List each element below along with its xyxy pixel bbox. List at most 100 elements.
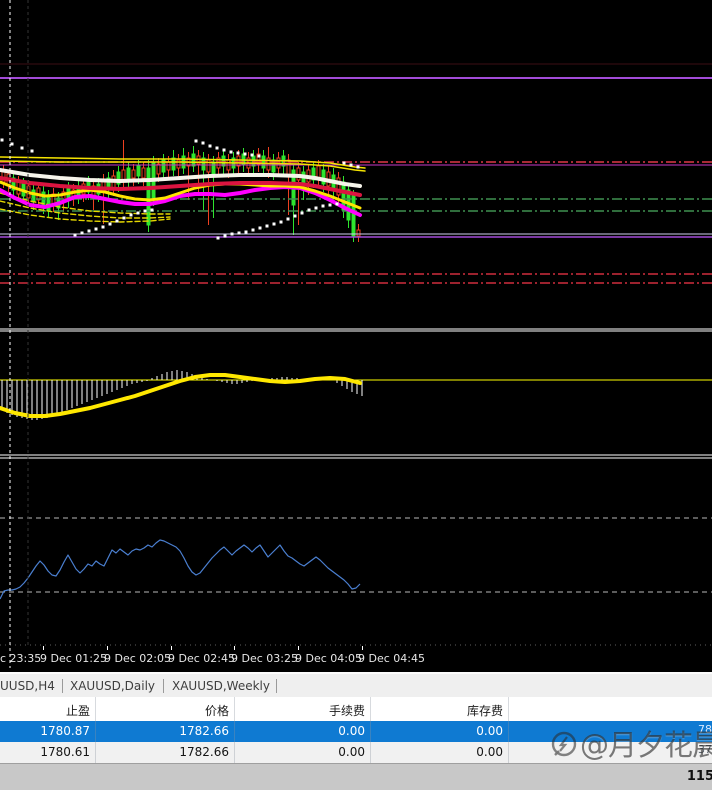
time-axis-tick: [234, 646, 235, 650]
sar-dot: [301, 212, 304, 215]
time-axis-tick: [362, 646, 363, 650]
time-label: 9 Dec 04:45: [358, 652, 425, 665]
cell-swap: 0.00: [370, 724, 508, 738]
sar-dot: [88, 230, 91, 233]
candle-body: [172, 158, 175, 170]
time-axis-tick: [43, 646, 44, 650]
watermark: @月夕花晨: [549, 725, 712, 765]
sar-dot: [244, 153, 247, 156]
time-axis-tick: [171, 646, 172, 650]
tab-xauusd-weekly[interactable]: XAUUSD,Weekly: [172, 679, 270, 693]
candle-body: [142, 168, 145, 178]
candle-body: [167, 162, 170, 170]
sar-dot: [343, 162, 346, 165]
sar-dot: [350, 164, 353, 167]
candle-body: [137, 166, 140, 176]
cell-take-profit: 1780.87: [0, 724, 95, 738]
candle-body: [262, 156, 265, 168]
candle-body: [147, 168, 150, 225]
sar-dot: [74, 234, 77, 237]
sar-dot: [137, 212, 140, 215]
sar-dot: [144, 210, 147, 213]
time-label: 9 Dec 02:45: [168, 652, 235, 665]
orders-table-header: 止盈 价格 手续费 库存费: [0, 697, 712, 721]
sar-dot: [11, 143, 14, 146]
sar-dot: [237, 152, 240, 155]
column-separator: [370, 697, 371, 763]
sar-dot: [223, 149, 226, 152]
sar-dot: [259, 227, 262, 230]
sar-dot: [21, 147, 24, 150]
status-bar: 115: [0, 763, 712, 790]
tab-separator: [163, 679, 164, 693]
sar-dot: [251, 154, 254, 157]
trading-terminal-window: c 23:35 9 Dec 01:25 9 Dec 02:05 9 Dec 02…: [0, 0, 712, 790]
sar-dot: [224, 235, 227, 238]
column-header-swap[interactable]: 库存费: [370, 702, 508, 719]
time-label: 9 Dec 01:25: [40, 652, 107, 665]
sar-dot: [202, 142, 205, 145]
tab-separator: [62, 679, 63, 693]
cell-take-profit: 1780.61: [0, 745, 95, 759]
sar-dot: [1, 139, 4, 142]
sar-dot: [230, 151, 233, 154]
sar-dot: [109, 223, 112, 226]
candle-body: [192, 154, 195, 166]
sar-dot: [81, 232, 84, 235]
sar-dot: [130, 214, 133, 217]
column-separator: [508, 697, 509, 763]
sar-dot: [95, 228, 98, 231]
sar-dot: [329, 204, 332, 207]
sar-dot: [322, 205, 325, 208]
sar-dot: [280, 221, 283, 224]
sar-dot: [217, 237, 220, 240]
time-label: 9 Dec 04:05: [295, 652, 362, 665]
sar-dot: [151, 209, 154, 212]
status-number: 115: [687, 769, 712, 784]
sar-dot: [266, 225, 269, 228]
watermark-logo-icon: [549, 730, 579, 760]
sar-dot: [258, 155, 261, 158]
sar-dot: [216, 147, 219, 150]
column-header-commission[interactable]: 手续费: [234, 702, 370, 719]
column-separator: [234, 697, 235, 763]
tab-separator: [276, 679, 277, 693]
sar-dot: [294, 215, 297, 218]
candle-body: [212, 162, 215, 174]
time-label: c 23:35: [0, 652, 41, 665]
chart-area[interactable]: [0, 0, 712, 672]
chart-tab-bar: UUSD,H4 XAUUSD,Daily XAUUSD,Weekly: [0, 672, 712, 697]
sar-dot: [123, 217, 126, 220]
candle-body: [132, 170, 135, 178]
time-axis-tick: [107, 646, 108, 650]
time-label: 9 Dec 02:05: [104, 652, 171, 665]
sar-dot: [238, 232, 241, 235]
column-header-take-profit[interactable]: 止盈: [0, 702, 95, 719]
cell-commission: 0.00: [234, 745, 370, 759]
macd-signal-line: [0, 375, 360, 416]
sar-dot: [315, 207, 318, 210]
cell-price: 1782.66: [95, 724, 234, 738]
sar-dot: [209, 145, 212, 148]
tab-xauusd-h4[interactable]: UUSD,H4: [0, 679, 55, 693]
candle-body: [177, 160, 180, 168]
sar-dot: [287, 218, 290, 221]
time-axis: c 23:35 9 Dec 01:25 9 Dec 02:05 9 Dec 02…: [0, 646, 712, 672]
rsi-line: [0, 540, 360, 599]
candle-body: [352, 196, 355, 236]
column-header-price[interactable]: 价格: [95, 702, 234, 719]
watermark-text: @月夕花晨: [580, 725, 712, 765]
candle-body: [357, 230, 360, 236]
cell-price: 1782.66: [95, 745, 234, 759]
sar-dot: [245, 231, 248, 234]
sar-dot: [252, 229, 255, 232]
sar-dot: [273, 223, 276, 226]
sar-dot: [116, 220, 119, 223]
sar-dot: [102, 226, 105, 229]
sar-dot: [336, 203, 339, 206]
candle-body: [317, 166, 320, 178]
candle-body: [127, 168, 130, 180]
tab-xauusd-daily[interactable]: XAUUSD,Daily: [70, 679, 155, 693]
cell-swap: 0.00: [370, 745, 508, 759]
sar-dot: [195, 140, 198, 143]
